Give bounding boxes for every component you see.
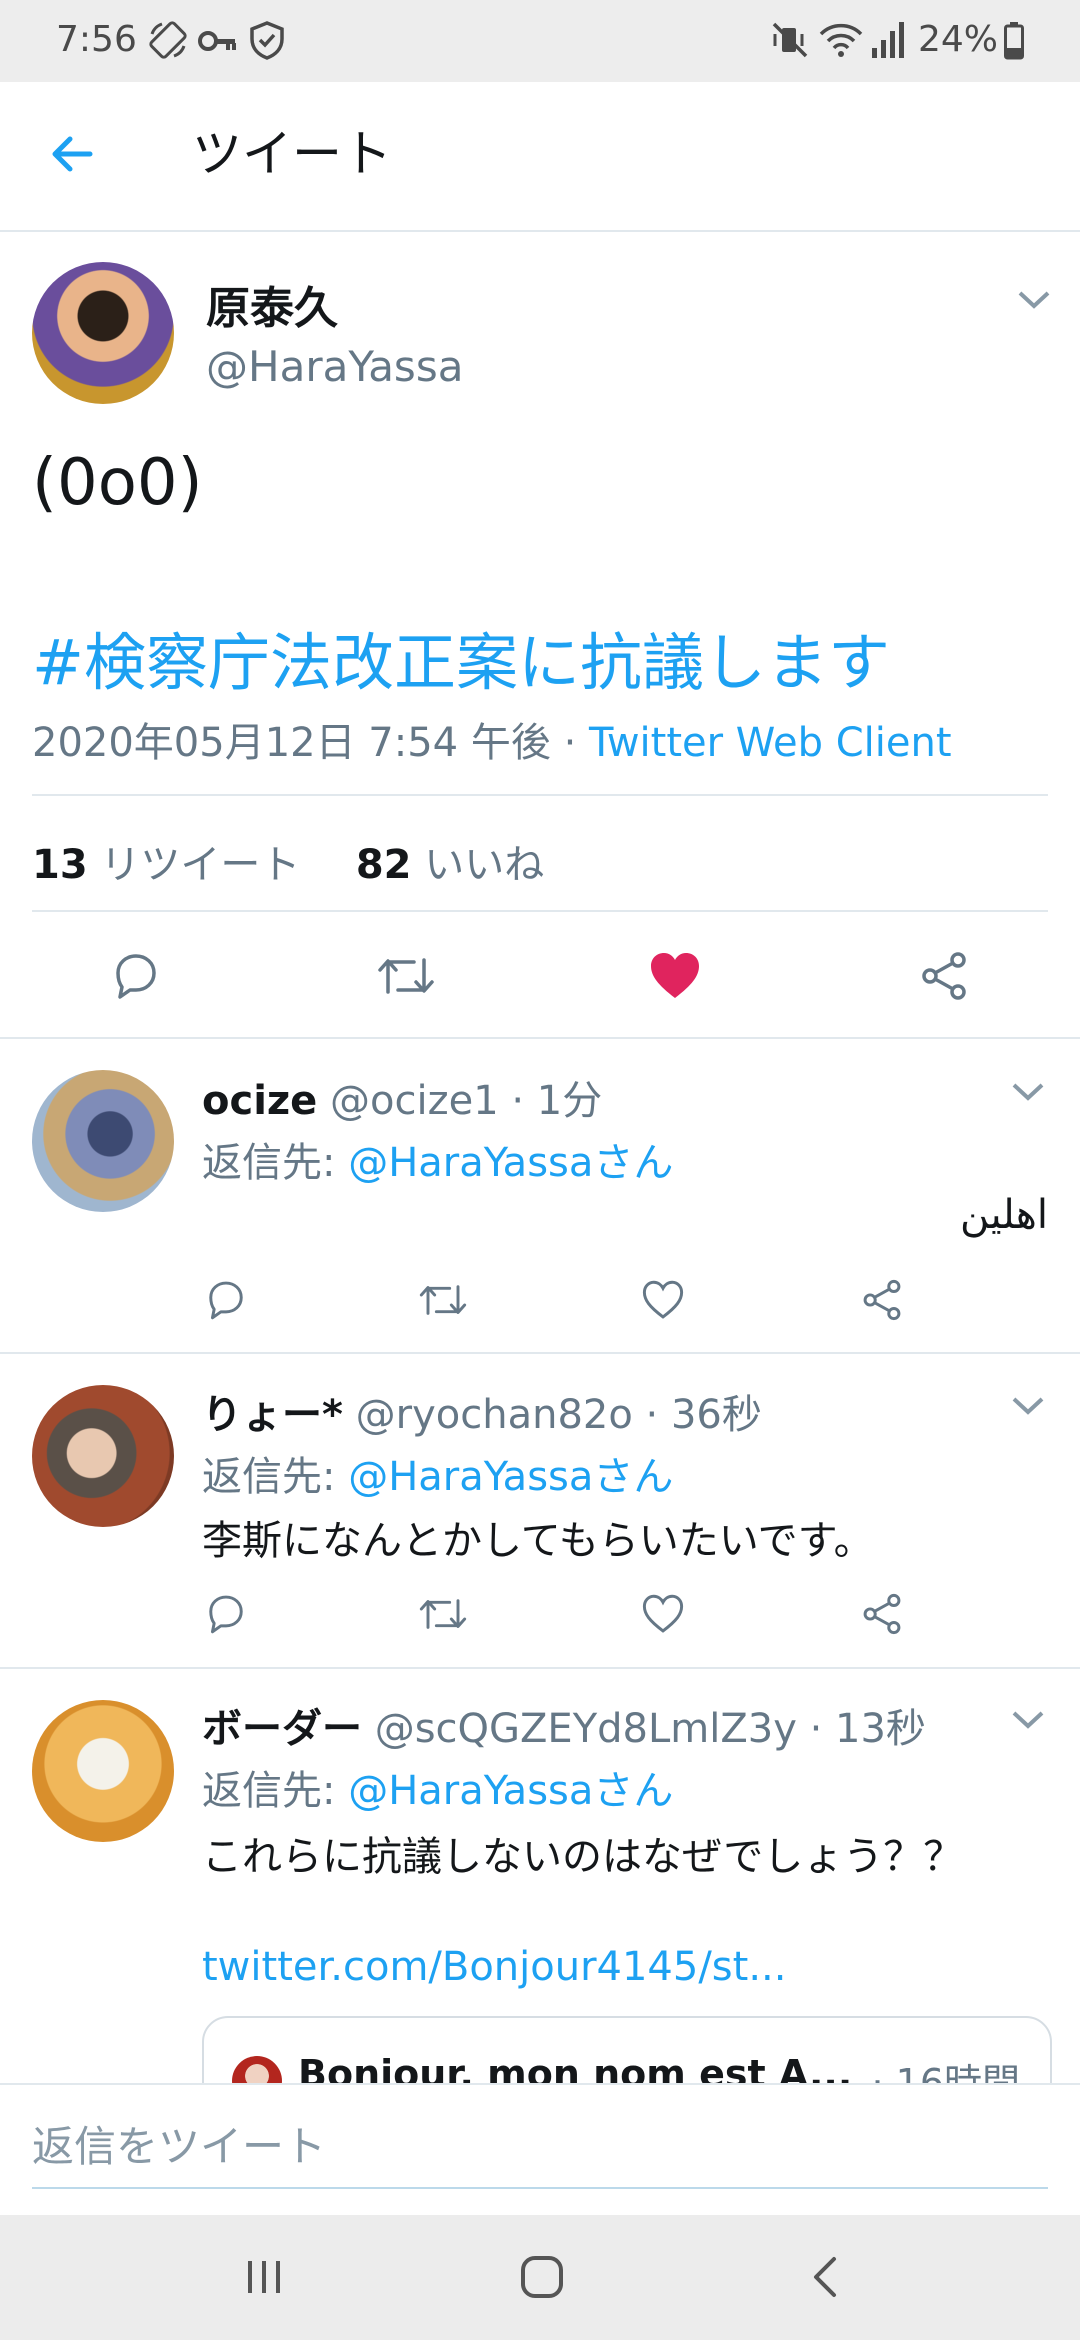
like-count[interactable]: 82	[356, 842, 412, 888]
reply-meta: @ryochan82o · 36秒	[355, 1392, 762, 1438]
reply-to-line: 返信先: @HaraYassaさん	[202, 1758, 673, 1816]
chevron-down-icon[interactable]	[1010, 1394, 1046, 1418]
shield-check-icon	[248, 20, 286, 60]
hashtag-link[interactable]: #検察庁法改正案に抗議します	[32, 612, 890, 702]
reply-to-prefix: 返信先:	[202, 1768, 349, 1814]
reply-to-mention[interactable]: @HaraYassaさん	[348, 1454, 673, 1500]
tweet-client-link[interactable]: Twitter Web Client	[589, 720, 952, 766]
reply-to-prefix: 返信先:	[202, 1140, 349, 1186]
share-icon[interactable]	[860, 1592, 904, 1636]
divider	[0, 1667, 1080, 1669]
tweet-display-name[interactable]: 原泰久	[206, 272, 338, 336]
heart-filled-icon[interactable]	[648, 950, 702, 1002]
reply-text: 李斯になんとかしてもらいたいです。	[202, 1518, 874, 1564]
engagement-stats: 13 リツイート 82 いいね	[32, 832, 544, 890]
like-label[interactable]: いいね	[424, 842, 544, 888]
recent-apps-icon[interactable]	[242, 2255, 286, 2299]
chevron-down-icon[interactable]	[1010, 1080, 1046, 1104]
retweet-icon[interactable]	[376, 950, 436, 1002]
reply-display-name[interactable]: ocize	[202, 1078, 317, 1124]
reply-to-prefix: 返信先:	[202, 1454, 349, 1500]
battery-icon	[1004, 22, 1024, 60]
retweet-icon[interactable]	[418, 1592, 468, 1636]
heart-outline-icon[interactable]	[640, 1278, 686, 1322]
heart-outline-icon[interactable]	[640, 1592, 686, 1636]
divider	[0, 1037, 1080, 1039]
app-header: ツイート	[0, 82, 1080, 232]
reply-meta: @ocize1 · 1分	[330, 1078, 603, 1124]
tweet-text: (0o0)	[32, 446, 203, 520]
mute-vibrate-icon	[770, 20, 810, 60]
avatar[interactable]	[32, 1700, 174, 1842]
reply-to-line: 返信先: @HaraYassaさん	[202, 1444, 673, 1502]
share-icon[interactable]	[860, 1278, 904, 1322]
back-icon[interactable]	[806, 2255, 846, 2299]
divider	[0, 1352, 1080, 1354]
share-icon[interactable]	[918, 950, 970, 1002]
reply-icon[interactable]	[110, 950, 162, 1002]
retweet-label[interactable]: リツイート	[100, 842, 300, 888]
tweet-timestamp-row: 2020年05月12日 7:54 午後 · Twitter Web Client	[32, 710, 952, 768]
battery-percent: 24%	[918, 19, 999, 60]
reply-to-mention[interactable]: @HaraYassaさん	[348, 1140, 673, 1186]
status-time: 7:56	[56, 19, 137, 60]
avatar[interactable]	[32, 262, 174, 404]
system-nav-bar	[0, 2215, 1080, 2340]
reply-header: りょー* @ryochan82o · 36秒	[202, 1382, 762, 1440]
page-title: ツイート	[192, 125, 392, 183]
reply-header: ボーダー @scQGZEYd8LmlZ3y · 13秒	[202, 1696, 926, 1754]
reply-to-line: 返信先: @HaraYassaさん	[202, 1130, 673, 1188]
back-arrow-icon[interactable]	[48, 130, 96, 178]
divider	[32, 794, 1048, 796]
auto-rotate-icon	[148, 20, 188, 60]
avatar[interactable]	[32, 1385, 174, 1527]
reply-link[interactable]: twitter.com/Bonjour4145/st...	[202, 1944, 786, 1990]
reply-header: ocize @ocize1 · 1分	[202, 1068, 602, 1126]
reply-to-mention[interactable]: @HaraYassaさん	[348, 1768, 673, 1814]
tweet-handle[interactable]: @HaraYassa	[206, 342, 463, 391]
wifi-icon	[818, 20, 864, 60]
chevron-down-icon[interactable]	[1016, 288, 1052, 312]
reply-meta: @scQGZEYd8LmlZ3y · 13秒	[374, 1706, 926, 1752]
home-icon[interactable]	[518, 2253, 566, 2301]
reply-display-name[interactable]: ボーダー	[202, 1706, 362, 1752]
retweet-count[interactable]: 13	[32, 842, 88, 888]
reply-text: これらに抗議しないのはなぜでしょう？？	[202, 1834, 964, 1880]
retweet-icon[interactable]	[418, 1278, 468, 1322]
divider	[32, 910, 1048, 912]
reply-icon[interactable]	[204, 1278, 248, 1322]
reply-input[interactable]	[32, 2105, 1048, 2189]
chevron-down-icon[interactable]	[1010, 1708, 1046, 1732]
avatar[interactable]	[32, 1070, 174, 1212]
tweet-timestamp: 2020年05月12日 7:54 午後	[32, 720, 551, 766]
reply-composer	[0, 2083, 1080, 2217]
reply-icon[interactable]	[204, 1592, 248, 1636]
separator-dot: ·	[563, 720, 577, 766]
reply-text: اهلين	[960, 1192, 1048, 1238]
status-bar: 7:56 24%	[0, 0, 1080, 82]
key-icon	[198, 26, 238, 56]
signal-icon	[870, 20, 906, 60]
reply-display-name[interactable]: りょー*	[202, 1392, 343, 1438]
